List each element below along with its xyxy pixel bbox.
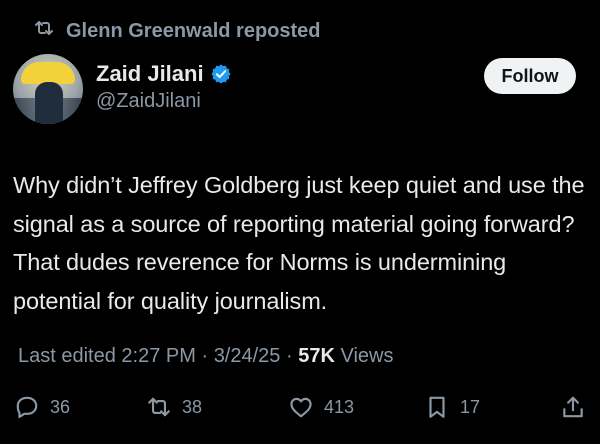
tweet-date[interactable]: 3/24/25 bbox=[214, 345, 281, 368]
reply-count: 36 bbox=[50, 396, 71, 417]
share-button[interactable] bbox=[560, 392, 586, 422]
repost-icon bbox=[32, 16, 56, 46]
reply-button[interactable]: 36 bbox=[14, 392, 70, 422]
tweet-time[interactable]: 2:27 PM bbox=[121, 345, 195, 368]
share-icon bbox=[560, 394, 586, 420]
author-name[interactable]: Zaid Jilani bbox=[96, 61, 204, 87]
bookmark-count: 17 bbox=[460, 396, 481, 417]
views-label: Views bbox=[334, 344, 394, 367]
views-count: 57K bbox=[298, 344, 335, 367]
like-count: 413 bbox=[324, 396, 355, 417]
avatar[interactable] bbox=[13, 54, 83, 124]
author-handle[interactable]: @ZaidJilani bbox=[96, 90, 201, 113]
repost-text: Glenn Greenwald reposted bbox=[66, 19, 321, 42]
repost-header[interactable]: Glenn Greenwald reposted bbox=[32, 17, 321, 45]
meta-separator: · bbox=[280, 344, 299, 367]
tweet-meta: Last edited 2:27 PM · 3/24/25 · 57K View… bbox=[18, 342, 393, 370]
edited-label[interactable]: Last edited bbox=[18, 345, 116, 368]
repost-button[interactable]: 38 bbox=[146, 392, 202, 422]
like-button[interactable]: 413 bbox=[288, 392, 354, 422]
repost-count: 38 bbox=[182, 396, 203, 417]
heart-icon bbox=[288, 394, 314, 420]
action-bar: 36 38 413 17 bbox=[0, 392, 600, 422]
bookmark-icon bbox=[424, 394, 450, 420]
reply-icon bbox=[14, 394, 40, 420]
bookmark-button[interactable]: 17 bbox=[424, 392, 480, 422]
meta-separator: · bbox=[195, 344, 214, 367]
follow-button[interactable]: Follow bbox=[484, 58, 576, 94]
verified-badge-icon bbox=[210, 63, 232, 85]
repost-icon bbox=[146, 394, 172, 420]
tweet-text: Why didn’t Jeffrey Goldberg just keep qu… bbox=[13, 172, 585, 314]
